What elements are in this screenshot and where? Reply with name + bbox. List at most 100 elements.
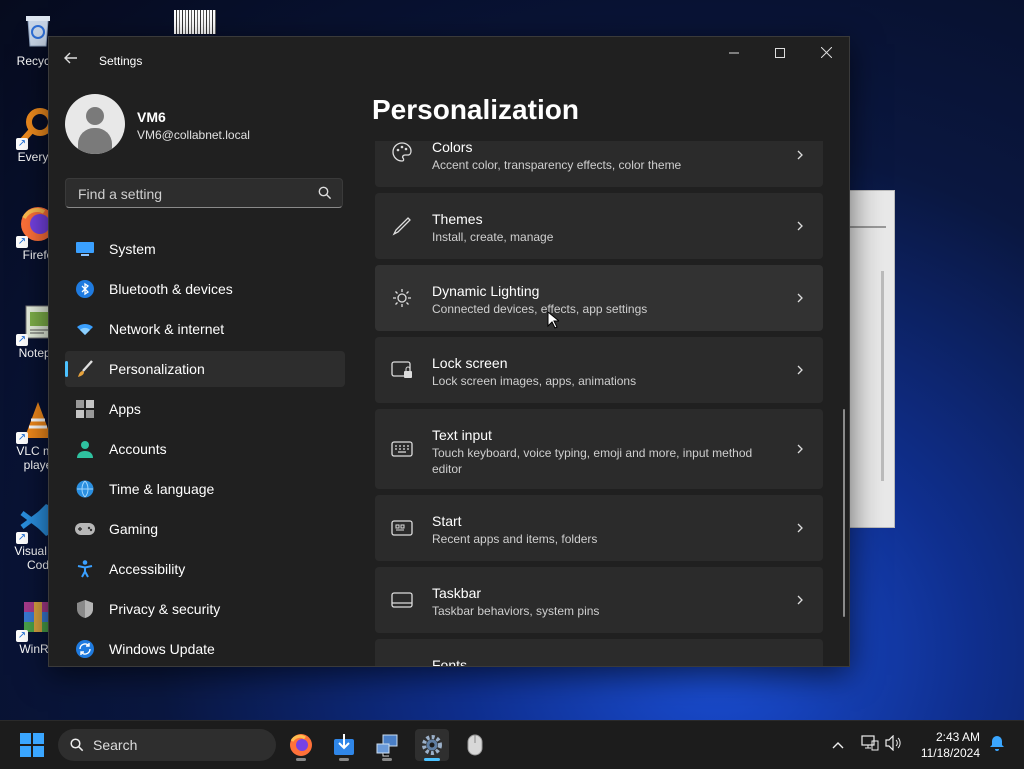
- pen-brush-icon: [391, 215, 413, 237]
- maximize-button[interactable]: [757, 37, 803, 69]
- window-title: Settings: [99, 54, 143, 68]
- fonts-icon: Aa: [391, 659, 413, 667]
- update-icon: [75, 639, 95, 659]
- shortcut-arrow-icon: ↗: [16, 432, 28, 444]
- find-setting-search[interactable]: [65, 178, 343, 208]
- search-icon[interactable]: [318, 186, 332, 200]
- sidebar-item-label: Windows Update: [109, 641, 215, 657]
- settings-card-fonts[interactable]: Aa Fonts: [375, 639, 823, 666]
- taskbar-app-downloads[interactable]: [327, 729, 361, 761]
- taskbar-app-firefox[interactable]: [284, 729, 318, 761]
- shortcut-arrow-icon: ↗: [16, 236, 28, 248]
- sidebar-item-label: Bluetooth & devices: [109, 281, 233, 297]
- sidebar-item-label: Privacy & security: [109, 601, 221, 617]
- palette-icon: [391, 141, 413, 163]
- back-arrow-icon: [64, 52, 77, 64]
- card-subtitle: Lock screen images, apps, animations: [432, 374, 637, 388]
- notifications-button[interactable]: [988, 735, 1006, 753]
- close-icon: [820, 46, 832, 59]
- taskbar-clock[interactable]: 2:43 AM 11/18/2024: [921, 729, 980, 761]
- speaker-icon: [885, 734, 901, 752]
- taskbar-app-settings[interactable]: [415, 729, 449, 761]
- start-button[interactable]: [20, 733, 44, 757]
- accessibility-icon: [75, 559, 95, 579]
- card-title: Themes: [432, 211, 483, 227]
- search-input[interactable]: [76, 185, 310, 203]
- close-button[interactable]: [803, 37, 849, 69]
- network-status-button[interactable]: [861, 735, 879, 753]
- settings-card-lock-screen[interactable]: Lock screen Lock screen images, apps, an…: [375, 337, 823, 403]
- settings-window: Settings VM6 VM6@collabnet.local System …: [48, 36, 850, 667]
- wifi-icon: [75, 319, 95, 339]
- gear-icon: [422, 735, 442, 755]
- shortcut-arrow-icon: ↗: [16, 138, 28, 150]
- taskbar-app-network-tool[interactable]: [370, 729, 404, 761]
- card-subtitle: Taskbar behaviors, system pins: [432, 604, 600, 618]
- shortcut-arrow-icon: ↗: [16, 630, 28, 642]
- settings-card-text-input[interactable]: Text input Touch keyboard, voice typing,…: [375, 409, 823, 489]
- sidebar-item-accounts[interactable]: Accounts: [65, 431, 345, 467]
- mouse-cursor-icon: [547, 311, 559, 329]
- sidebar-item-system[interactable]: System: [65, 231, 345, 267]
- desktop-artifact: [174, 10, 216, 34]
- chevron-right-icon: [797, 221, 803, 231]
- settings-card-taskbar[interactable]: Taskbar Taskbar behaviors, system pins: [375, 567, 823, 633]
- dynamic-lighting-icon: [391, 287, 413, 309]
- sidebar-item-personalization[interactable]: Personalization: [65, 351, 345, 387]
- apps-grid-icon: [75, 399, 95, 419]
- taskbar-icon: [391, 589, 413, 611]
- avatar[interactable]: [65, 94, 125, 154]
- card-title: Lock screen: [432, 355, 508, 371]
- taskbar-search-label: Search: [93, 737, 138, 753]
- sidebar-item-gaming[interactable]: Gaming: [65, 511, 345, 547]
- sidebar-item-windows-update[interactable]: Windows Update: [65, 631, 345, 666]
- sidebar-item-apps[interactable]: Apps: [65, 391, 345, 427]
- settings-card-start[interactable]: Start Recent apps and items, folders: [375, 495, 823, 561]
- shortcut-arrow-icon: ↗: [16, 532, 28, 544]
- settings-card-themes[interactable]: Themes Install, create, manage: [375, 193, 823, 259]
- bell-icon: [990, 736, 1004, 751]
- card-title: Dynamic Lighting: [432, 283, 540, 299]
- globe-clock-icon: [75, 479, 95, 499]
- sidebar-item-bluetooth[interactable]: Bluetooth & devices: [65, 271, 345, 307]
- settings-card-dynamic-lighting[interactable]: Dynamic Lighting Connected devices, effe…: [375, 265, 823, 331]
- background-window[interactable]: [848, 190, 895, 528]
- card-title: Colors: [432, 141, 473, 155]
- start-menu-icon: [391, 517, 413, 539]
- user-email: VM6@collabnet.local: [137, 128, 250, 142]
- minimize-button[interactable]: [711, 37, 757, 69]
- clock-date: 11/18/2024: [920, 746, 980, 760]
- download-store-icon: [334, 734, 354, 755]
- maximize-icon: [775, 48, 785, 58]
- card-subtitle: Recent apps and items, folders: [432, 532, 598, 546]
- keyboard-icon: [391, 438, 413, 460]
- monitor-icon: [75, 239, 95, 259]
- windows-logo-icon: [20, 733, 44, 757]
- shield-icon: [75, 599, 95, 619]
- sidebar-item-label: Network & internet: [109, 321, 225, 337]
- gamepad-icon: [75, 519, 95, 539]
- sidebar-item-network[interactable]: Network & internet: [65, 311, 345, 347]
- content-scrollbar[interactable]: [843, 409, 845, 617]
- card-subtitle: Accent color, transparency effects, colo…: [432, 158, 682, 172]
- volume-button[interactable]: [885, 734, 903, 753]
- sidebar-item-label: System: [109, 241, 156, 257]
- shortcut-arrow-icon: ↗: [16, 334, 28, 346]
- chevron-right-icon: [797, 150, 803, 160]
- person-icon: [75, 439, 95, 459]
- sidebar-item-accessibility[interactable]: Accessibility: [65, 551, 345, 587]
- taskbar-search[interactable]: Search: [58, 729, 276, 761]
- firefox-icon: [290, 734, 312, 756]
- sidebar-item-time-language[interactable]: Time & language: [65, 471, 345, 507]
- lock-screen-icon: [391, 359, 413, 381]
- clock-time: 2:43 AM: [935, 730, 980, 744]
- title-bar[interactable]: Settings: [49, 37, 849, 85]
- network-wired-icon: [861, 735, 879, 751]
- sidebar-item-privacy[interactable]: Privacy & security: [65, 591, 345, 627]
- back-button[interactable]: [61, 51, 81, 71]
- settings-card-colors[interactable]: Colors Accent color, transparency effect…: [375, 141, 823, 187]
- sidebar-nav: System Bluetooth & devices Network & int…: [65, 231, 345, 666]
- brush-icon: [75, 359, 95, 379]
- show-hidden-icons-button[interactable]: [829, 735, 847, 753]
- taskbar-app-mouse-tool[interactable]: [458, 729, 492, 761]
